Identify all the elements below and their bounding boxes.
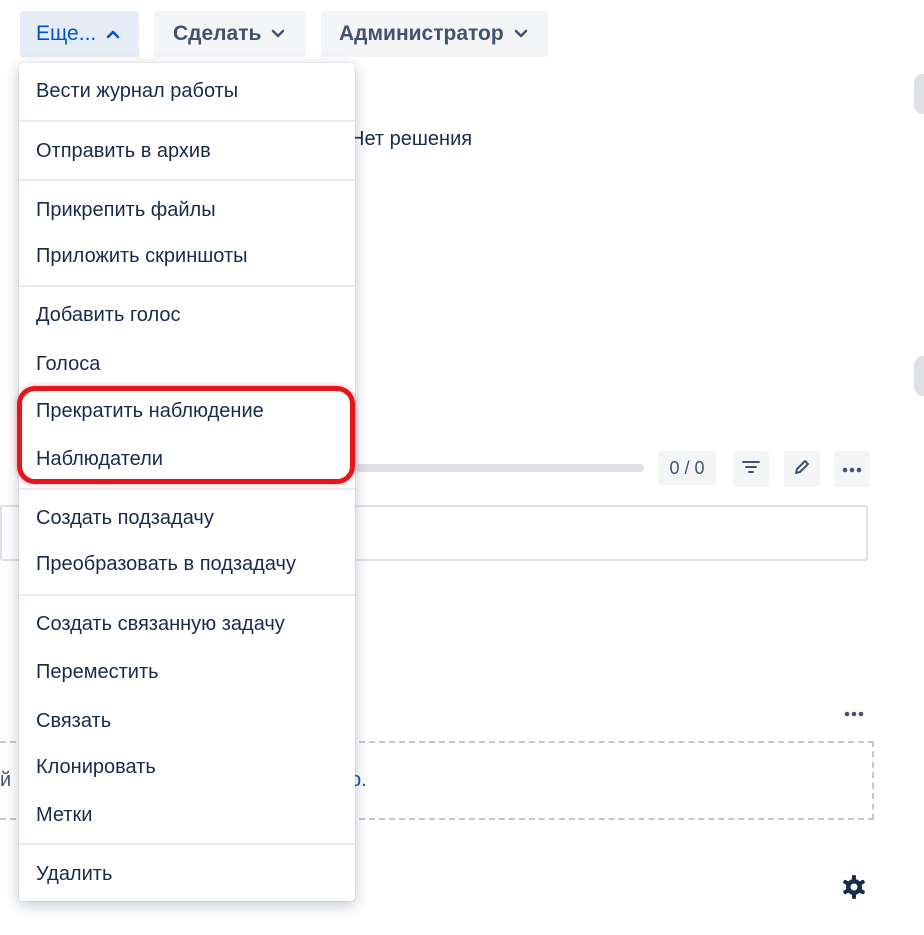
menu-separator [19,179,355,181]
checklist-counter: 0 / 0 [658,451,716,485]
menu-separator [19,843,355,845]
resolution-value: Нет решения [350,128,473,150]
more-actions-button[interactable] [834,451,870,487]
admin-button-label: Администратор [339,22,504,45]
menu-item-clone[interactable]: Клонировать [19,747,355,787]
menu-separator [19,120,355,122]
menu-item-attach-files[interactable]: Прикрепить файлы [19,190,355,230]
menu-item-labels[interactable]: Метки [19,795,355,835]
menu-item-convert-to-subtask[interactable]: Преобразовать в подзадачу [19,544,355,584]
more-button-label: Еще... [36,22,97,45]
menu-item-link[interactable]: Связать [19,701,355,741]
pencil-icon [793,458,811,481]
filter-icon [742,460,760,479]
chevron-down-icon [271,29,285,39]
menu-item-attach-screenshots[interactable]: Приложить скриншоты [19,236,355,276]
menu-item-delete[interactable]: Удалить [19,854,355,894]
more-actions-button[interactable] [838,700,870,726]
menu-separator [19,285,355,287]
more-button[interactable]: Еще... [20,11,139,57]
menu-item-create-subtask[interactable]: Создать подзадачу [19,498,355,538]
menu-item-create-linked-issue[interactable]: Создать связанную задачу [19,604,355,644]
menu-item-add-vote[interactable]: Добавить голос [19,295,355,335]
ellipsis-icon [842,460,862,478]
menu-item-move[interactable]: Переместить [19,652,355,692]
progress-bar [356,464,644,472]
chevron-up-icon [106,29,120,39]
menu-item-log-work[interactable]: Вести журнал работы [19,71,355,111]
menu-item-votes[interactable]: Голоса [19,344,355,384]
admin-button[interactable]: Администратор [321,11,548,57]
avatar [914,74,924,114]
menu-separator [19,594,355,596]
menu-separator [19,488,355,490]
dropzone-text: й [0,769,12,791]
do-button-label: Сделать [173,22,262,45]
filter-button[interactable] [733,451,769,487]
edit-button[interactable] [784,451,820,487]
avatar [914,356,924,396]
menu-item-archive[interactable]: Отправить в архив [19,131,355,171]
gear-icon[interactable] [840,873,868,901]
chevron-down-icon [514,29,528,39]
do-button[interactable]: Сделать [154,11,306,57]
ellipsis-icon [844,704,864,722]
menu-item-watchers[interactable]: Наблюдатели [19,439,355,479]
menu-item-stop-watching[interactable]: Прекратить наблюдение [19,391,355,431]
more-dropdown-menu: Вести журнал работы Отправить в архив Пр… [19,63,355,901]
